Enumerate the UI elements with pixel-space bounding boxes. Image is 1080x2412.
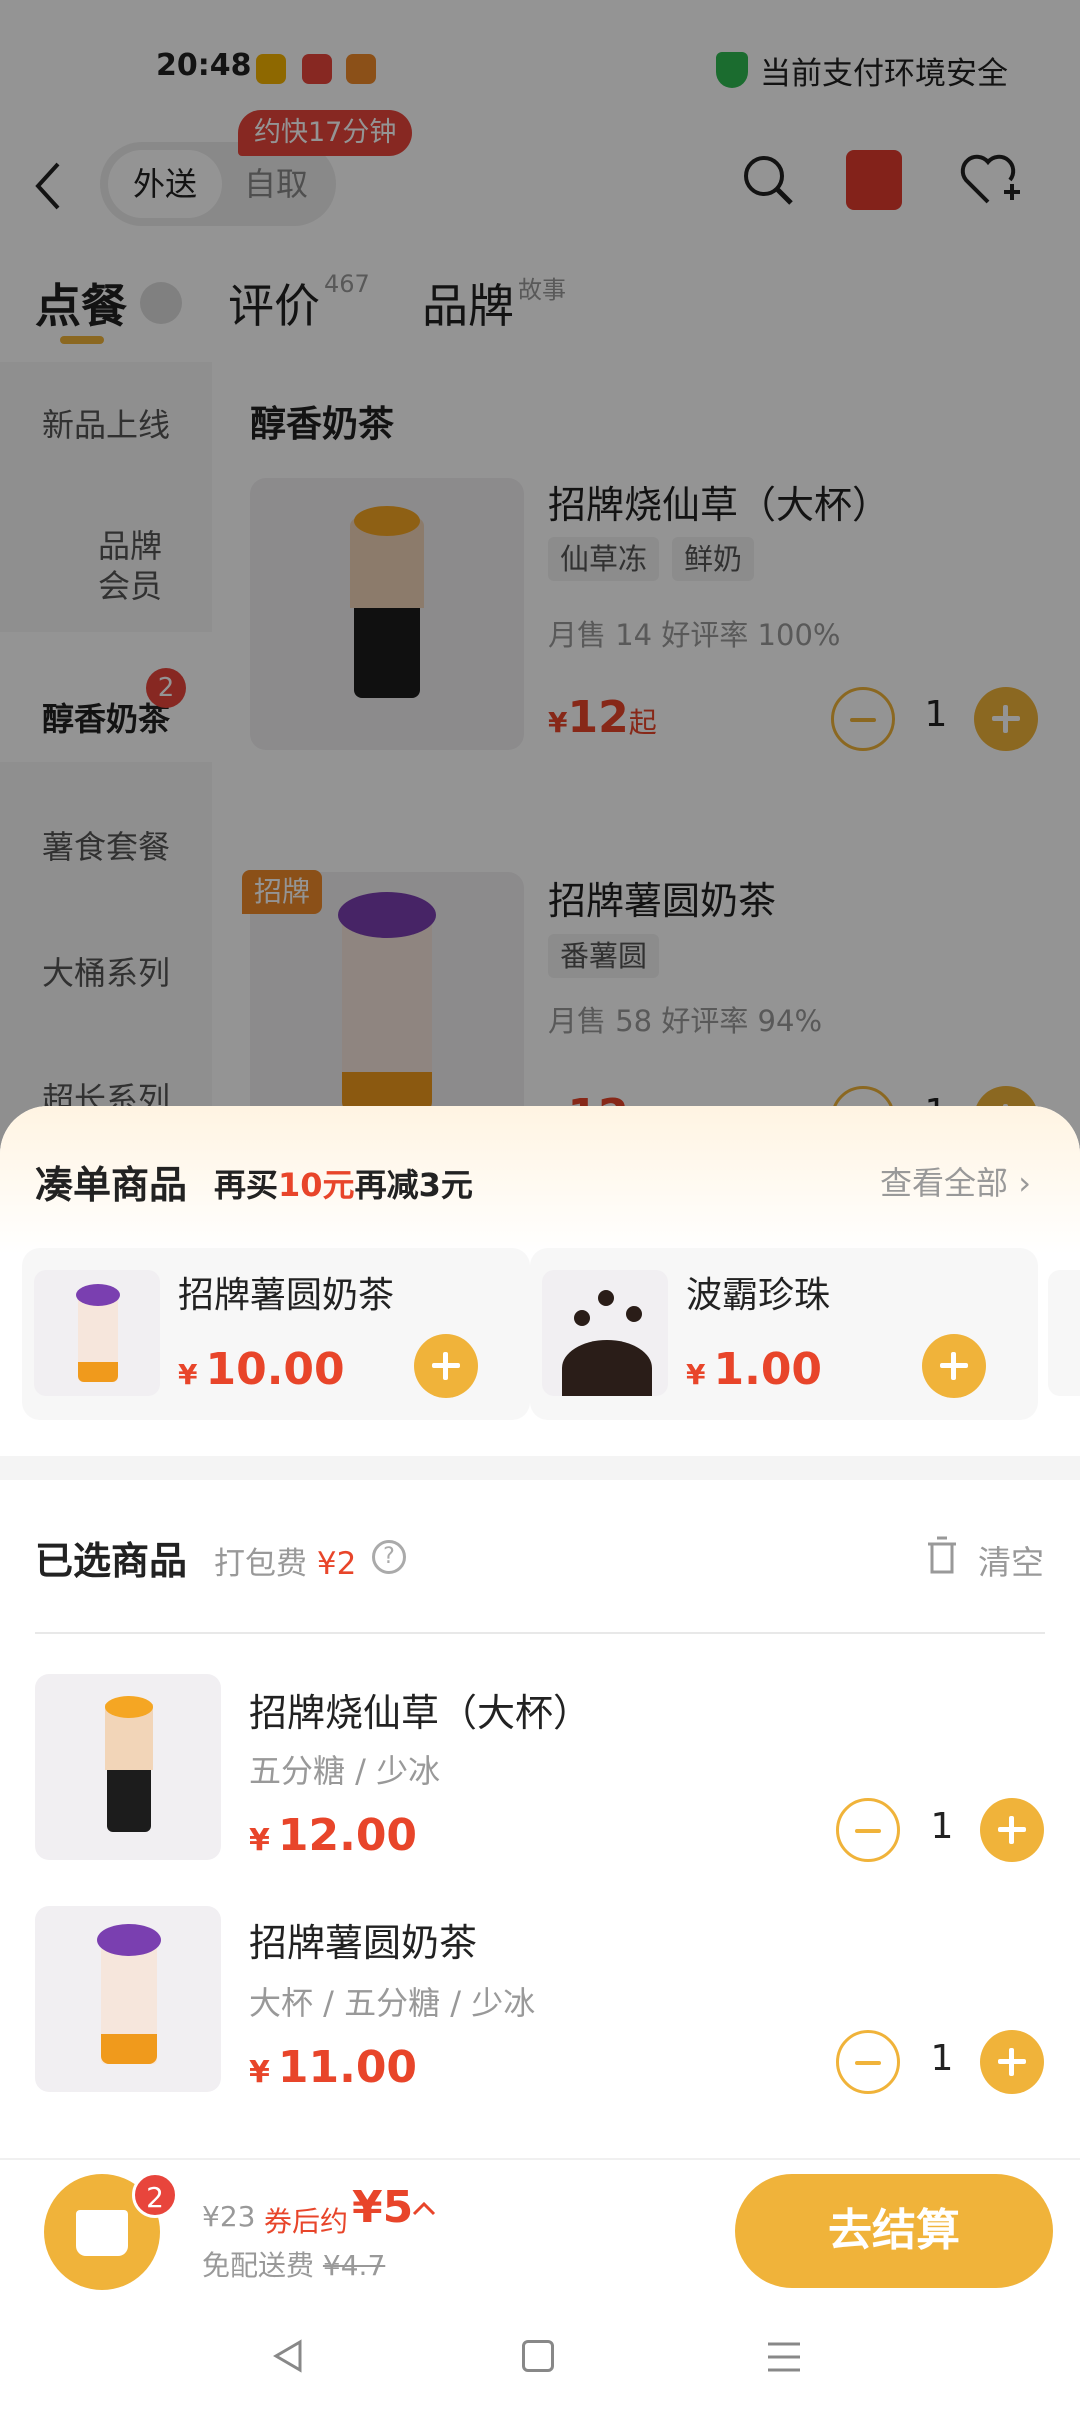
original-total: ¥23 <box>202 2200 256 2233</box>
increase-button[interactable] <box>980 2030 1044 2094</box>
addon-card[interactable]: 波霸珍珠 ¥1.00 <box>530 1248 1038 1420</box>
overlay-scrim[interactable] <box>0 0 1080 1160</box>
selected-item-name: 招牌烧仙草（大杯） <box>249 1691 592 1735</box>
quantity: 1 <box>930 2038 954 2079</box>
addon-price: ¥1.00 <box>686 1344 823 1395</box>
selected-item-image <box>35 1906 221 2092</box>
nav-menu-icon[interactable] <box>766 2340 802 2374</box>
addon-name: 波霸珍珠 <box>686 1275 831 1316</box>
chevron-up-icon[interactable] <box>410 2198 438 2218</box>
packing-fee: 打包费 ¥2 <box>214 1546 357 1582</box>
section-divider <box>0 1456 1080 1480</box>
quantity: 1 <box>930 1806 954 1847</box>
addon-promo: 再买10元再减3元 <box>214 1166 473 1204</box>
selected-item-price: ¥11.00 <box>249 2042 418 2093</box>
addon-card-partial[interactable] <box>1048 1270 1080 1396</box>
system-nav-bar <box>0 2298 1080 2412</box>
add-addon-button[interactable] <box>414 1334 478 1398</box>
decrease-button[interactable] <box>836 2030 900 2094</box>
addon-price: ¥10.00 <box>178 1344 345 1395</box>
addon-title: 凑单商品 <box>35 1163 188 1207</box>
help-icon[interactable]: ? <box>372 1540 406 1574</box>
delivery-fee: 免配送费 ¥4.7 <box>202 2249 386 2282</box>
checkout-button[interactable]: 去结算 <box>735 2174 1053 2288</box>
addon-name: 招牌薯圆奶茶 <box>178 1275 395 1316</box>
nav-back-icon[interactable] <box>270 2338 306 2374</box>
menu-page-background: 20:48 当前支付环境安全 外送 自取 约快17分钟 点餐 评价 467 品牌故… <box>0 0 1080 1160</box>
after-coupon-price: ¥5 <box>352 2182 414 2233</box>
selected-item-price: ¥12.00 <box>249 1810 418 1861</box>
cart-count-badge: 2 <box>132 2172 178 2218</box>
shopping-bag-icon <box>76 2210 128 2256</box>
decrease-button[interactable] <box>836 1798 900 1862</box>
checkout-bar: 2 ¥23 券后约 ¥5 免配送费 ¥4.7 去结算 <box>0 2158 1080 2298</box>
trash-icon[interactable] <box>924 1536 960 1576</box>
divider <box>35 1632 1045 1634</box>
selected-item-spec: 五分糖 / 少冰 <box>249 1752 441 1790</box>
addon-card[interactable]: 招牌薯圆奶茶 ¥10.00 <box>22 1248 530 1420</box>
addon-image <box>542 1270 668 1396</box>
increase-button[interactable] <box>980 1798 1044 1862</box>
after-coupon-label: 券后约 <box>264 2205 349 2238</box>
selected-item-name: 招牌薯圆奶茶 <box>249 1921 478 1965</box>
add-addon-button[interactable] <box>922 1334 986 1398</box>
selected-item-spec: 大杯 / 五分糖 / 少冰 <box>249 1984 536 2022</box>
view-all-link[interactable]: 查看全部 › <box>880 1158 1031 1204</box>
addon-image <box>34 1270 160 1396</box>
chevron-right-icon: › <box>1008 1164 1031 1202</box>
clear-button[interactable]: 清空 <box>978 1536 1044 1584</box>
selected-title: 已选商品 <box>35 1539 188 1583</box>
selected-item-image <box>35 1674 221 1860</box>
nav-home-icon[interactable] <box>522 2340 554 2372</box>
